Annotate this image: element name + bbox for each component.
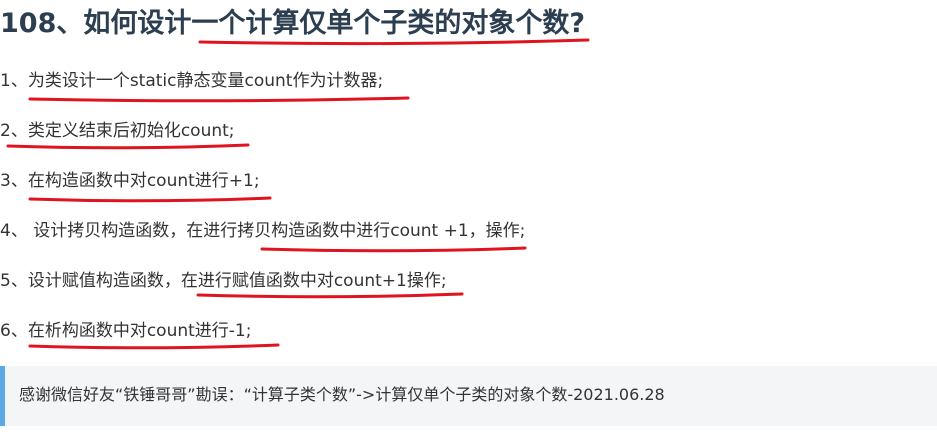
- list-item: 5、设计赋值构造函数，在进行赋值函数中对count+1操作;: [0, 271, 447, 291]
- list-item: 4、 设计拷贝构造函数，在进行拷贝构造函数中进行count +1，操作;: [0, 221, 526, 241]
- underline-item-2: [6, 143, 250, 150]
- errata-note: 感谢微信好友“铁锤哥哥”勘误：“计算子类个数”->计算仅单个子类的对象个数-20…: [0, 366, 937, 426]
- list-item: 6、在析构函数中对count进行-1;: [0, 321, 252, 341]
- errata-text: 感谢微信好友“铁锤哥哥”勘误：“计算子类个数”->计算仅单个子类的对象个数-20…: [19, 385, 665, 404]
- underline-item-3: [28, 196, 272, 203]
- underline-item-5: [196, 292, 464, 299]
- list-item: 3、在构造函数中对count进行+1;: [0, 171, 260, 191]
- list-item: 1、为类设计一个static静态变量count作为计数器;: [0, 71, 384, 91]
- underline-item-1: [28, 96, 410, 103]
- underline-item-4: [260, 246, 527, 253]
- page-title: 108、如何设计一个计算仅单个子类的对象个数?: [0, 8, 586, 39]
- underline-item-6: [28, 343, 280, 350]
- list-item: 2、类定义结束后初始化count;: [0, 121, 235, 141]
